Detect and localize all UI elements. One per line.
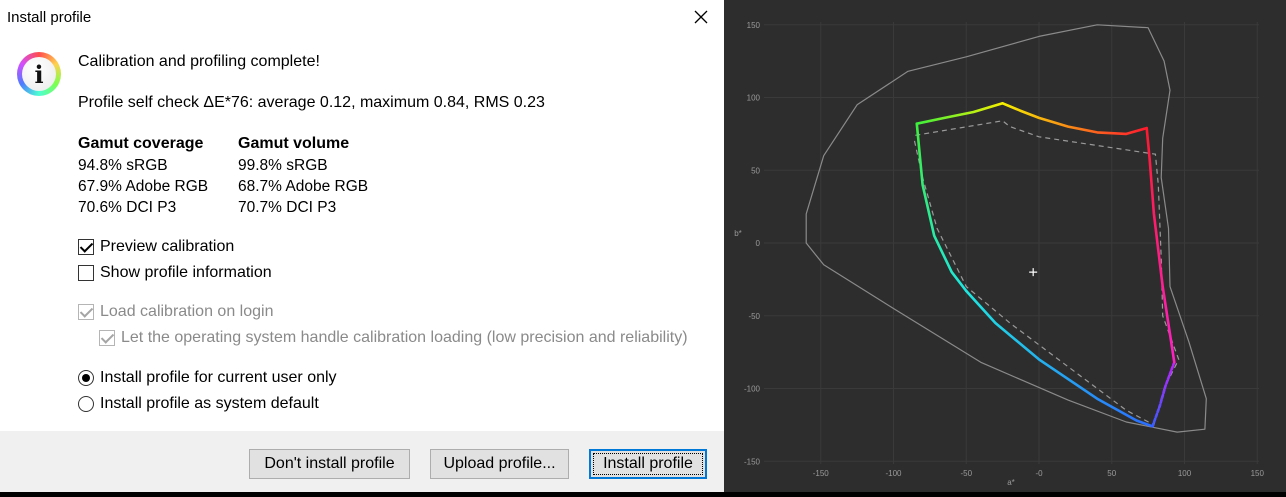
y-tick-label: -50 [748,312,760,321]
install-profile-button[interactable]: Install profile [589,449,707,479]
install-system-default-label: Install profile as system default [100,395,319,412]
axis-ticks: -150 -100 -50 -0 50 100 150 150 100 50 0 -50 -100 -15… [744,21,1264,478]
y-tick-label: -100 [744,385,761,394]
radio-circle [78,396,94,412]
y-axis-label: b* [734,229,742,238]
load-calibration-checkbox[interactable]: Load calibration on login [78,303,273,321]
grid [764,22,1259,464]
gamut-coverage-title: Gamut coverage [78,135,204,152]
x-tick-label: -50 [960,469,972,478]
x-tick-label: -100 [885,469,902,478]
white-point-marker [1029,268,1038,277]
window-title: Install profile [7,9,92,26]
y-tick-label: -150 [744,457,761,466]
install-current-user-radio[interactable]: Install profile for current user only [78,369,337,387]
x-tick-label: -0 [1035,469,1043,478]
install-system-default-radio[interactable]: Install profile as system default [78,395,319,413]
series [805,24,1207,433]
volume-dci-p3: 70.7% DCI P3 [238,199,337,216]
gamut-segment-red-yellow [1001,102,1148,136]
gamut-segment-cyan-blue [965,289,1154,428]
button-bar: Don't install profile Upload profile... … [0,431,724,492]
y-tick-label: 100 [747,94,761,103]
install-current-user-label: Install profile for current user only [100,369,337,386]
checkbox-box [99,330,115,346]
close-button[interactable] [678,0,724,34]
dont-install-button[interactable]: Don't install profile [249,449,410,479]
upload-profile-button[interactable]: Upload profile... [430,449,569,479]
x-tick-label: 150 [1251,469,1265,478]
y-tick-label: 150 [747,21,761,30]
x-axis-label: a* [1007,478,1015,487]
preview-calibration-label: Preview calibration [100,238,235,255]
os-handle-calibration-checkbox[interactable]: Let the operating system handle calibrat… [99,329,688,347]
completion-heading: Calibration and profiling complete! [78,53,320,70]
gamut-segment-yellow-green [915,102,1004,125]
x-tick-label: -150 [813,469,830,478]
self-check-text: Profile self check ΔE*76: average 0.12, … [78,94,545,111]
x-tick-label: 100 [1178,469,1192,478]
radio-circle [78,370,94,386]
focus-rect [593,453,703,475]
load-calibration-label: Load calibration on login [100,303,274,320]
show-profile-info-checkbox[interactable]: Show profile information [78,264,272,282]
y-tick-label: 50 [751,166,760,175]
gamut-volume-title: Gamut volume [238,135,350,152]
gamut-plot-panel: -150 -100 -50 -0 50 100 150 150 100 50 0 -50 -100 -15… [724,0,1286,492]
gamut-segment-blue-magenta [1151,361,1176,428]
volume-srgb: 99.8% sRGB [238,157,328,174]
coverage-srgb: 94.8% sRGB [78,157,168,174]
x-tick-label: 50 [1107,469,1116,478]
close-icon [694,10,708,24]
volume-adobe-rgb: 68.7% Adobe RGB [238,178,369,195]
preview-calibration-checkbox[interactable]: Preview calibration [78,238,234,256]
coverage-dci-p3: 70.6% DCI P3 [78,199,177,216]
coverage-adobe-rgb: 67.9% Adobe RGB [78,178,209,195]
gamut-plot: -150 -100 -50 -0 50 100 150 150 100 50 0 -50 -100 -15… [734,21,1264,487]
checkbox-box [78,239,94,255]
y-tick-label: 0 [756,239,761,248]
locus-outline-line [805,24,1207,433]
show-profile-info-label: Show profile information [100,264,272,281]
title-bar: Install profile [0,0,724,34]
checkbox-box [78,304,94,320]
checkbox-box [78,265,94,281]
info-icon: i [17,52,61,96]
install-profile-dialog: Install profile i Calibration and profil… [0,0,724,492]
gamut-segment-green-cyan [915,122,968,293]
os-handle-calibration-label: Let the operating system handle calibrat… [121,329,688,346]
